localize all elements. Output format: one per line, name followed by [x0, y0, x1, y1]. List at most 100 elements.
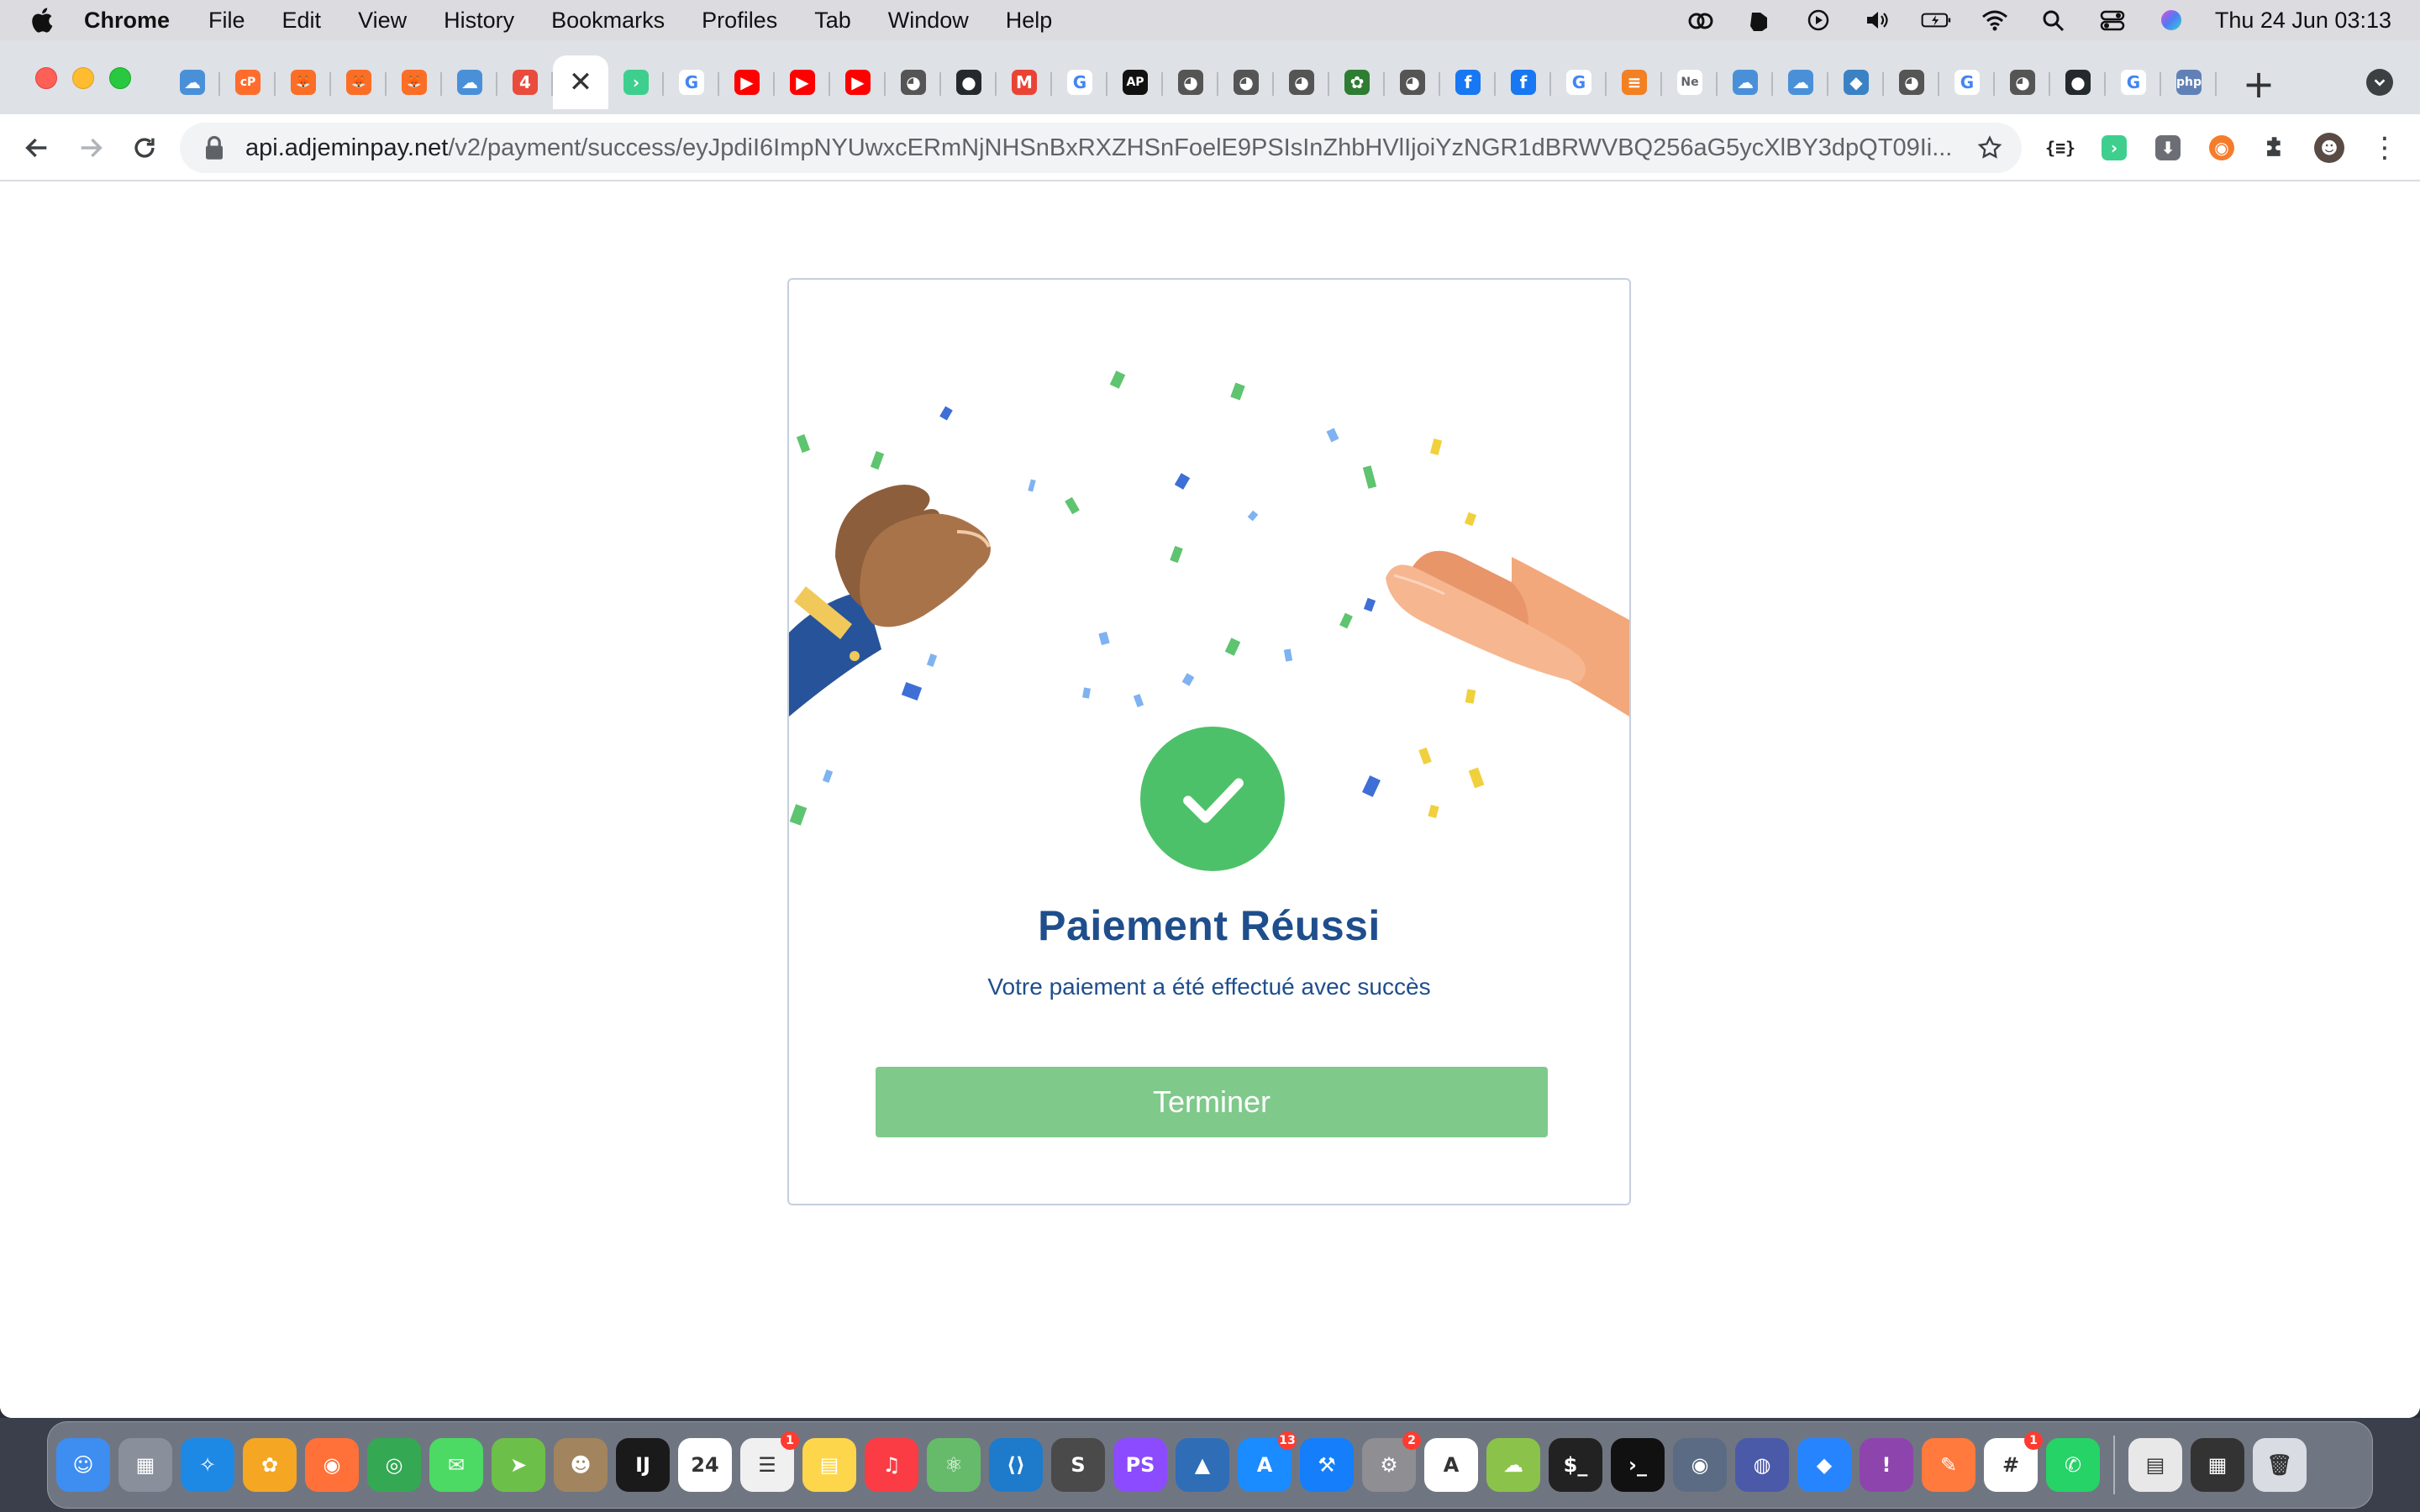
- back-button[interactable]: [18, 129, 55, 166]
- play-icon[interactable]: [1803, 7, 1833, 34]
- spotlight-icon[interactable]: [2039, 7, 2069, 34]
- menu-view[interactable]: View: [358, 8, 407, 34]
- dock-app-system-preferences[interactable]: ⚙ 2: [1362, 1431, 1421, 1492]
- orange-extension-icon[interactable]: ◉: [2205, 131, 2238, 165]
- menu-app-name[interactable]: Chrome: [84, 8, 170, 34]
- browser-tab[interactable]: ☁: [1718, 55, 1773, 109]
- browser-tab[interactable]: ≡: [1607, 55, 1662, 109]
- browser-tab[interactable]: ●: [941, 55, 997, 109]
- dock-app-launchpad[interactable]: ▦: [118, 1438, 172, 1492]
- control-center-icon[interactable]: [2097, 7, 2128, 34]
- dock-app-figma-pen[interactable]: ✎: [1922, 1438, 1975, 1492]
- dock-app-xcode[interactable]: ⚒: [1300, 1438, 1354, 1492]
- wifi-icon[interactable]: [1980, 7, 2010, 34]
- forward-button[interactable]: [72, 129, 109, 166]
- dock-app-affinity[interactable]: ▲: [1176, 1438, 1229, 1492]
- browser-tab[interactable]: G: [1939, 55, 1995, 109]
- browser-tab[interactable]: ▶: [719, 55, 775, 109]
- siri-icon[interactable]: [2156, 7, 2186, 34]
- apple-icon[interactable]: [29, 6, 54, 34]
- reload-button[interactable]: [126, 129, 163, 166]
- menu-file[interactable]: File: [208, 8, 245, 34]
- new-tab-button[interactable]: +: [2235, 60, 2282, 108]
- dock-app-iterm[interactable]: ›_: [1611, 1438, 1665, 1492]
- creative-cloud-icon[interactable]: [1686, 7, 1716, 34]
- browser-tab[interactable]: ◕: [886, 55, 941, 109]
- browser-tab[interactable]: Ne: [1662, 55, 1718, 109]
- browser-tab[interactable]: ◕: [1218, 55, 1274, 109]
- browser-tab[interactable]: ◕: [1163, 55, 1218, 109]
- lock-icon[interactable]: [203, 135, 225, 160]
- menu-history[interactable]: History: [444, 8, 514, 34]
- dock-app-reminders[interactable]: ☰ 1: [740, 1431, 799, 1492]
- tab-search-button[interactable]: [2366, 69, 2393, 96]
- dock-app-notes[interactable]: ▤: [802, 1438, 856, 1492]
- menu-edit[interactable]: Edit: [282, 8, 322, 34]
- puzzle-icon[interactable]: [2259, 131, 2292, 165]
- more-menu-icon[interactable]: ⋮: [2368, 131, 2402, 165]
- browser-tab[interactable]: ◕: [1884, 55, 1939, 109]
- zoom-window-button[interactable]: [109, 67, 131, 89]
- dock-app-cloud-app[interactable]: ☁: [1486, 1438, 1540, 1492]
- download-extension-icon[interactable]: ⬇: [2151, 131, 2185, 165]
- browser-tab[interactable]: f: [1496, 55, 1551, 109]
- browser-tab[interactable]: ☁: [442, 55, 497, 109]
- dock-app-jira[interactable]: ◆: [1797, 1438, 1851, 1492]
- dock-app-slack[interactable]: #1: [1984, 1431, 2043, 1492]
- browser-tab[interactable]: ◕: [1995, 55, 2050, 109]
- browser-tab[interactable]: 🦊: [331, 55, 387, 109]
- profile-avatar[interactable]: ☻: [2312, 131, 2346, 165]
- dock-app-terminal[interactable]: $_: [1549, 1438, 1602, 1492]
- dock-app-documents-stack[interactable]: ▤: [2128, 1438, 2182, 1492]
- battery-icon[interactable]: [1921, 7, 1951, 34]
- dock-app-codeshot[interactable]: ◉: [1673, 1438, 1727, 1492]
- browser-tab[interactable]: ▶: [830, 55, 886, 109]
- browser-tab[interactable]: f: [1440, 55, 1496, 109]
- dock-app-finder[interactable]: ☺: [56, 1438, 110, 1492]
- dock-app-proxyman[interactable]: ◍: [1735, 1438, 1789, 1492]
- dock-app-music[interactable]: ♫: [865, 1438, 918, 1492]
- dock-app-vscode[interactable]: ⟨⟩: [989, 1438, 1043, 1492]
- browser-tab[interactable]: php: [2161, 55, 2217, 109]
- dock-app-messages[interactable]: ✉: [429, 1438, 483, 1492]
- dock-app-firefox[interactable]: ◉: [305, 1438, 359, 1492]
- menu-help[interactable]: Help: [1006, 8, 1053, 34]
- browser-tab[interactable]: ☁: [1773, 55, 1828, 109]
- dock-app-sublime[interactable]: S: [1051, 1438, 1105, 1492]
- dock-app-atom[interactable]: ⚛: [927, 1438, 981, 1492]
- browser-tab[interactable]: ✕: [553, 55, 608, 109]
- browser-tab[interactable]: G: [2106, 55, 2161, 109]
- browser-tab[interactable]: ◆: [1828, 55, 1884, 109]
- menu-tab[interactable]: Tab: [814, 8, 851, 34]
- dock-app-safari[interactable]: ✧: [181, 1438, 234, 1492]
- browser-tab[interactable]: ▶: [775, 55, 830, 109]
- json-viewer-extension-icon[interactable]: {≡}: [2044, 131, 2077, 165]
- browser-tab[interactable]: 🦊: [276, 55, 331, 109]
- terminal-extension-icon[interactable]: ›: [2097, 131, 2131, 165]
- browser-tab[interactable]: G: [1551, 55, 1607, 109]
- url-text[interactable]: api.adjeminpay.net/v2/payment/success/ey…: [245, 134, 1960, 162]
- minimize-window-button[interactable]: [72, 67, 94, 89]
- dock-app-contacts[interactable]: ☻: [554, 1438, 608, 1492]
- browser-tab[interactable]: AP: [1107, 55, 1163, 109]
- evernote-icon[interactable]: [1744, 7, 1775, 34]
- dock-app-artstudio[interactable]: A: [1424, 1438, 1478, 1492]
- close-window-button[interactable]: [35, 67, 57, 89]
- browser-tab[interactable]: ✿: [1329, 55, 1385, 109]
- volume-icon[interactable]: [1862, 7, 1892, 34]
- menu-window[interactable]: Window: [888, 8, 969, 34]
- browser-tab[interactable]: ◕: [1274, 55, 1329, 109]
- dock-app-feedback[interactable]: !: [1860, 1438, 1913, 1492]
- browser-tab[interactable]: G: [1052, 55, 1107, 109]
- dock-app-maps[interactable]: ➤: [492, 1438, 545, 1492]
- menu-clock[interactable]: Thu 24 Jun 03:13: [2215, 8, 2391, 34]
- browser-tab[interactable]: cP: [220, 55, 276, 109]
- browser-tab[interactable]: M: [997, 55, 1052, 109]
- dock-app-phpstorm[interactable]: PS: [1113, 1438, 1167, 1492]
- dock-app-calendar[interactable]: 24: [678, 1438, 732, 1492]
- browser-tab[interactable]: ◕: [1385, 55, 1440, 109]
- dock-app-app-store[interactable]: A 13: [1238, 1431, 1297, 1492]
- dock-app-whatsapp[interactable]: ✆: [2046, 1438, 2100, 1492]
- finish-button[interactable]: Terminer: [876, 1067, 1548, 1137]
- browser-tab[interactable]: G: [664, 55, 719, 109]
